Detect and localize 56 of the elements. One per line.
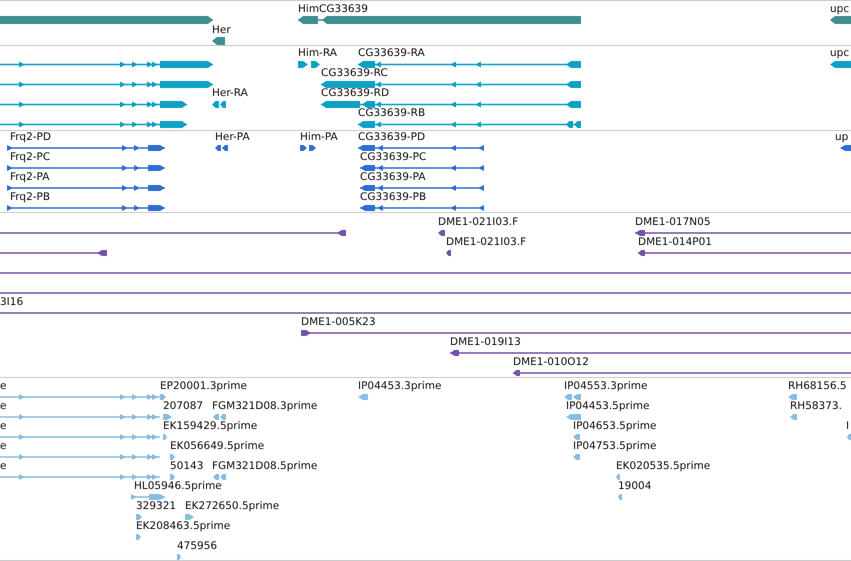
- feature-label: Frq2-PB: [10, 191, 50, 203]
- feature-label: RH58373.: [790, 400, 842, 412]
- feature-label: up: [835, 131, 848, 143]
- feature-label: Frq2-PC: [10, 151, 50, 163]
- feature-label: e: [0, 420, 6, 432]
- feature-label: 3I16: [0, 296, 24, 308]
- feature-label: IP04453.5prime: [566, 400, 650, 412]
- feature-label: DME1-021I03.F: [438, 216, 518, 228]
- feature-label: 207087: [163, 400, 204, 412]
- feature-label: HimCG33639: [298, 3, 368, 15]
- feature-label: EK208463.5prime: [136, 520, 230, 532]
- feature-label: e: [0, 460, 6, 472]
- feature-label: HL05946.5prime: [134, 480, 222, 492]
- feature-label: DME1-005K23: [301, 316, 376, 328]
- feature-label: CG33639-RA: [358, 47, 425, 59]
- feature-label: Him-PA: [300, 131, 338, 143]
- feature-label: e: [0, 380, 6, 392]
- feature-label: DME1-021I03.F: [446, 236, 526, 248]
- feature-label: Him-RA: [298, 47, 337, 59]
- feature-label: EK020535.5prime: [616, 460, 710, 472]
- feature-label: 329321: [136, 500, 176, 512]
- feature-label: FGM321D08.5prime: [212, 460, 318, 472]
- feature-label: EK159429.5prime: [163, 420, 258, 432]
- feature-label: e: [0, 400, 6, 412]
- feature-label: EK056649.5prime: [170, 440, 264, 452]
- feature-label: CG33639-PB: [360, 191, 426, 203]
- feature-label: CG33639-RD: [321, 87, 390, 99]
- feature-label: CG33639-PD: [358, 131, 426, 143]
- feature-label: Frq2-PD: [10, 131, 51, 143]
- feature-label: 475956: [177, 540, 218, 552]
- feature-label: EK272650.5prime: [185, 500, 280, 512]
- feature-label: Her-RA: [212, 87, 248, 99]
- feature-label: CG33639-PA: [360, 171, 426, 183]
- feature-label: FGM321D08.3prime: [212, 400, 318, 412]
- feature-label: 19004: [618, 480, 652, 492]
- feature-label: DME1-014P01: [638, 236, 712, 248]
- feature-label: EP20001.3prime: [160, 380, 247, 392]
- feature-label: Frq2-PA: [10, 171, 50, 183]
- feature-label: RH68156.5: [788, 380, 847, 392]
- feature-label: upc: [830, 47, 850, 59]
- feature-label: DME1-019I13: [450, 336, 521, 348]
- feature-label: IP04453.3prime: [358, 380, 442, 392]
- feature-label: CG33639-RC: [321, 67, 388, 79]
- feature-label: CG33639-PC: [360, 151, 426, 163]
- feature-label: Her-PA: [215, 131, 250, 143]
- feature-label: IP04653.5prime: [573, 420, 656, 432]
- feature-label: DME1-017N05: [635, 216, 711, 228]
- feature-label: IP04553.3prime: [564, 380, 648, 392]
- feature-label: Her: [212, 24, 231, 36]
- feature-label: upc: [830, 3, 850, 15]
- feature-label: DME1-010O12: [513, 356, 589, 368]
- feature-label: I: [846, 420, 850, 432]
- feature-label: e: [0, 440, 6, 452]
- feature-label: IP04753.5prime: [573, 440, 656, 452]
- feature-label: 50143: [170, 460, 204, 472]
- feature-label: CG33639-RB: [358, 107, 426, 119]
